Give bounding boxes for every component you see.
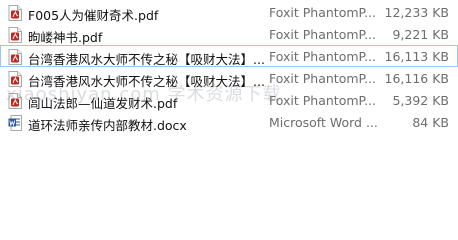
file-row[interactable]: 闾山法郎—仙道发财术.pdf Foxit PhantomP... 5,392 K… <box>0 89 458 111</box>
file-row-selected[interactable]: 台湾香港风水大师不传之秘【吸财大法】... Foxit PhantomP... … <box>0 45 458 67</box>
file-type: Foxit PhantomP... <box>269 5 377 20</box>
file-type: Microsoft Word ... <box>269 115 378 130</box>
pdf-icon <box>8 71 22 87</box>
file-name: 道环法师亲传内部教材.docx <box>28 118 187 133</box>
file-size: 9,221 KB <box>392 27 449 42</box>
file-row[interactable]: F005人为催财奇术.pdf Foxit PhantomP... 12,233 … <box>0 1 458 23</box>
file-row[interactable]: 昫嵝神书.pdf Foxit PhantomP... 9,221 KB <box>0 23 458 45</box>
file-name: F005人为催财奇术.pdf <box>28 8 159 23</box>
file-type: Foxit PhantomP... <box>269 27 377 42</box>
file-row[interactable]: 道环法师亲传内部教材.docx Microsoft Word ... 84 KB <box>0 111 458 133</box>
file-name: 闾山法郎—仙道发财术.pdf <box>28 96 178 111</box>
file-size: 16,116 KB <box>384 71 449 86</box>
pdf-icon <box>8 5 22 21</box>
file-name: 昫嵝神书.pdf <box>28 30 103 45</box>
file-size: 84 KB <box>412 115 449 130</box>
file-type: Foxit PhantomP... <box>269 71 377 86</box>
file-type: Foxit PhantomP... <box>269 93 377 108</box>
file-size: 16,113 KB <box>384 49 449 64</box>
file-list: F005人为催财奇术.pdf Foxit PhantomP... 12,233 … <box>0 0 458 133</box>
pdf-icon <box>8 27 22 43</box>
file-row[interactable]: 台湾香港风水大师不传之秘【吸财大法】... Foxit PhantomP... … <box>0 67 458 89</box>
file-type: Foxit PhantomP... <box>269 49 377 64</box>
file-size: 12,233 KB <box>384 5 449 20</box>
pdf-icon <box>8 93 22 109</box>
file-name: 台湾香港风水大师不传之秘【吸财大法】... <box>28 74 264 89</box>
file-size: 5,392 KB <box>392 93 449 108</box>
pdf-icon <box>8 49 22 65</box>
docx-icon <box>8 115 22 131</box>
file-name: 台湾香港风水大师不传之秘【吸财大法】... <box>28 52 264 67</box>
